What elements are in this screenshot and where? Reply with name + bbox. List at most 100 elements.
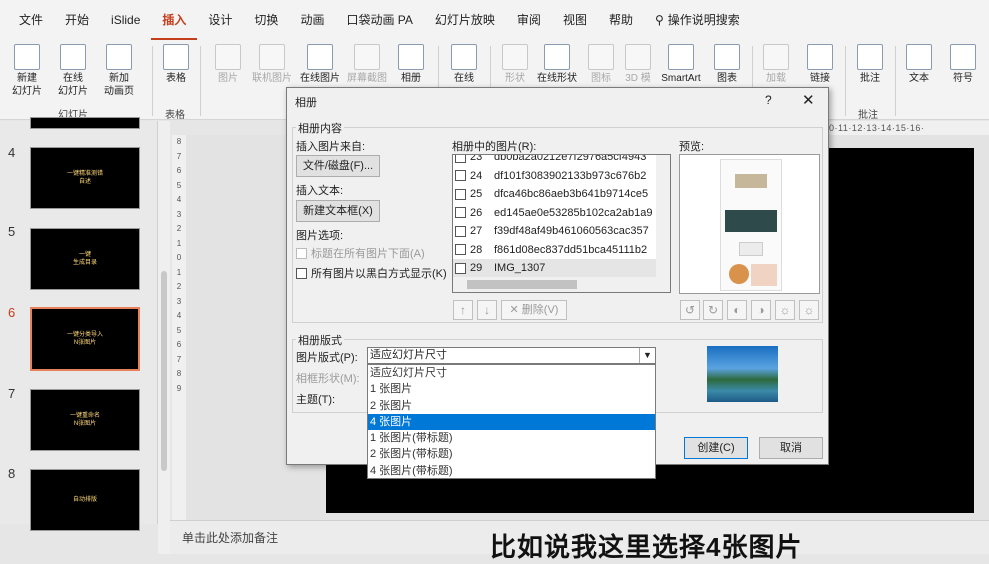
album-button[interactable]: 相册 <box>388 44 434 85</box>
online-button[interactable]: 在线 <box>441 44 487 85</box>
checkbox-box[interactable] <box>455 188 466 200</box>
contrast-up-icon[interactable]: ◐ <box>727 300 747 320</box>
image-layout-select[interactable]: 适应幻灯片尺寸 ▼ <box>367 347 656 364</box>
tab-design[interactable]: 设计 <box>197 0 243 40</box>
file-disk-button[interactable]: 文件/磁盘(F)... <box>296 155 380 177</box>
checkbox-box[interactable] <box>455 155 466 163</box>
brightness-up-icon[interactable]: ☼ <box>775 300 795 320</box>
list-item[interactable]: 26 ed145ae0e53285b102ca2ab1a9 <box>453 204 670 223</box>
layout-preview-image <box>707 346 778 402</box>
help-button[interactable]: ? <box>765 93 772 107</box>
dropdown-option-highlighted[interactable]: 4 张图片 <box>368 413 655 431</box>
list-item-selected[interactable]: 29 IMG_1307 <box>453 259 670 278</box>
online-label: 在线 <box>454 73 474 84</box>
tab-review[interactable]: 审阅 <box>506 0 552 40</box>
new-anim-page-button[interactable]: 新加 动画页 <box>96 44 142 98</box>
checkbox-box[interactable] <box>455 244 466 256</box>
slide-thumbnail[interactable]: 一键重命名 N张图片 <box>30 389 140 451</box>
tab-home[interactable]: 开始 <box>54 0 100 40</box>
item-name: dfca46bc86aeb3b641b9714ce5 <box>494 188 649 201</box>
new-slide-button[interactable]: 新建 幻灯片 <box>4 44 50 98</box>
checkbox-box <box>296 248 307 259</box>
brightness-down-icon[interactable]: ☼ <box>799 300 819 320</box>
contrast-down-icon[interactable]: ◑ <box>751 300 771 320</box>
chart-button[interactable]: 图表 <box>704 44 750 85</box>
list-item[interactable]: 28 f861d08ec837dd51bca45111b2 <box>453 241 670 260</box>
tab-slideshow[interactable]: 幻灯片放映 <box>424 0 506 40</box>
tab-help[interactable]: 帮助 <box>598 0 644 40</box>
tab-view[interactable]: 视图 <box>552 0 598 40</box>
shapes-button[interactable]: 形状 <box>492 44 538 85</box>
black-white-checkbox[interactable]: 所有图片以黑白方式显示(K) <box>296 265 447 281</box>
album-images-label: 相册中的图片(R): <box>452 141 537 153</box>
link-button[interactable]: 链接 <box>797 44 843 85</box>
checkbox-box[interactable] <box>455 262 466 274</box>
album-images-list[interactable]: 23 db0ba2a0212e7f2976a5cf4943 24 df101f308… <box>452 154 671 293</box>
move-down-icon[interactable]: ↓ <box>477 300 497 320</box>
create-button[interactable]: 创建(C) <box>684 437 748 459</box>
rotate-left-icon[interactable]: ↺ <box>680 300 700 320</box>
smartart-label: SmartArt <box>661 73 701 84</box>
slide-thumbnail[interactable]: 自动排版 <box>30 469 140 531</box>
menu-bar: 文件 开始 iSlide 插入 设计 切换 动画 口袋动画 PA 幻灯片放映 审… <box>0 0 989 40</box>
dropdown-option[interactable]: 1 张图片 <box>368 381 655 397</box>
dropdown-option[interactable]: 2 张图片(带标题) <box>368 446 655 462</box>
slide-thumbnail[interactable] <box>30 117 140 129</box>
dropdown-option[interactable]: 2 张图片 <box>368 398 655 414</box>
ribbon-separator <box>200 46 201 116</box>
list-item[interactable]: 27 f39df48af49b461060563cac357 <box>453 222 670 241</box>
list-horizontal-scrollbar[interactable] <box>453 277 670 292</box>
checkbox-box[interactable] <box>455 225 466 237</box>
captions-below-checkbox[interactable]: 标题在所有图片下面(A) <box>296 245 425 261</box>
tab-transitions[interactable]: 切换 <box>243 0 289 40</box>
checkbox-box[interactable] <box>455 207 466 219</box>
table-label: 表格 <box>166 73 186 84</box>
tab-insert[interactable]: 插入 <box>151 0 198 40</box>
3d-model-label: 3D 模 <box>625 73 651 84</box>
text-button[interactable]: 文本 <box>896 44 942 85</box>
list-item[interactable]: 23 db0ba2a0212e7f2976a5cf4943 <box>453 154 670 167</box>
screenshot-button[interactable]: 屏幕截图 <box>344 44 390 85</box>
tab-islide[interactable]: iSlide <box>100 0 151 40</box>
scrollbar-thumb[interactable] <box>161 271 167 471</box>
ruler-tick: 8 <box>176 137 182 146</box>
smartart-button[interactable]: SmartArt <box>658 44 704 85</box>
delete-button[interactable]: ✕ 删除(V) <box>501 300 567 320</box>
close-icon[interactable]: ✕ <box>802 91 815 109</box>
online-slide-button[interactable]: 在线 幻灯片 <box>50 44 96 98</box>
tab-animations[interactable]: 动画 <box>289 0 335 40</box>
tab-pocket-animation[interactable]: 口袋动画 PA <box>335 0 423 40</box>
chevron-down-icon[interactable]: ▼ <box>639 348 655 363</box>
list-item[interactable]: 25 dfca46bc86aeb3b641b9714ce5 <box>453 185 670 204</box>
slide-thumbnail-text: 一键分类导入 N张图片 <box>66 332 103 346</box>
cancel-button[interactable]: 取消 <box>759 437 823 459</box>
image-button[interactable]: 图片 <box>205 44 251 85</box>
tell-me-search[interactable]: ⚲ 操作说明搜索 <box>644 0 751 40</box>
symbol-button[interactable]: 符号 <box>940 44 986 85</box>
3d-model-button[interactable]: 3D 模 <box>615 44 661 85</box>
table-button[interactable]: 表格 <box>153 44 199 85</box>
slide-thumbnail[interactable]: 一键 生成目录 <box>30 228 140 290</box>
item-number: 23 <box>470 154 483 164</box>
tab-file[interactable]: 文件 <box>8 0 54 40</box>
online-image-dim-button[interactable]: 联机图片 <box>249 44 295 85</box>
comment-button[interactable]: 批注 <box>847 44 893 85</box>
checkbox-box[interactable] <box>455 170 466 182</box>
online-image-button[interactable]: 在线图片 <box>297 44 343 85</box>
preview-swatch <box>735 174 767 188</box>
dropdown-option[interactable]: 适应幻灯片尺寸 <box>368 365 655 381</box>
dropdown-option[interactable]: 4 张图片(带标题) <box>368 463 655 479</box>
slide-thumbnail-selected[interactable]: 一键分类导入 N张图片 <box>30 307 140 371</box>
move-up-icon[interactable]: ↑ <box>453 300 473 320</box>
dropdown-option[interactable]: 1 张图片(带标题) <box>368 430 655 446</box>
addin-button[interactable]: 加载 <box>753 44 799 85</box>
rotate-right-icon[interactable]: ↻ <box>703 300 723 320</box>
thumbnail-scrollbar[interactable] <box>158 121 170 554</box>
online-shapes-button[interactable]: 在线形状 <box>534 44 580 85</box>
image-layout-dropdown[interactable]: 适应幻灯片尺寸 1 张图片 2 张图片 4 张图片 1 张图片(带标题) 2 张… <box>367 364 656 479</box>
list-item[interactable]: 24 df101f3083902133b973c676b2 <box>453 167 670 186</box>
scrollbar-thumb[interactable] <box>467 280 577 289</box>
new-textbox-button[interactable]: 新建文本框(X) <box>296 200 380 222</box>
slide-thumbnail[interactable]: 一键精准测错 自述 <box>30 147 140 209</box>
list-vertical-scrollbar[interactable] <box>656 155 670 279</box>
